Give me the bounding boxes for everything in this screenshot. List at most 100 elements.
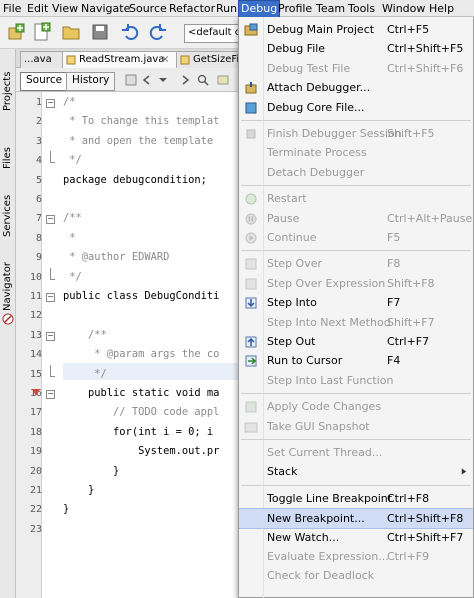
- fold-toggle-icon[interactable]: −: [46, 331, 55, 341]
- code-line[interactable]: */: [63, 268, 82, 287]
- fold-toggle-icon[interactable]: −: [46, 293, 55, 302]
- code-line[interactable]: *: [63, 229, 75, 248]
- source-tab[interactable]: Source: [20, 72, 69, 91]
- code-line[interactable]: package debugcondition;: [63, 171, 207, 190]
- menu-item-step-over[interactable]: Step Over F8: [239, 254, 473, 273]
- menu-item-stack[interactable]: Stack: [239, 462, 473, 481]
- menu-item-apply-code-changes[interactable]: Apply Code Changes: [239, 397, 473, 416]
- menu-view[interactable]: View: [50, 1, 80, 16]
- menu-item-label: New Breakpoint...: [267, 512, 365, 526]
- line-number: 5: [35, 174, 42, 186]
- java-file-icon: [66, 55, 76, 65]
- side-tab-label: Navigator: [2, 262, 13, 311]
- menu-item-step-out[interactable]: Step Out Ctrl+F7: [239, 332, 473, 351]
- menu-item-set-current-thread[interactable]: Set Current Thread...: [239, 443, 473, 462]
- menu-item-new-watch[interactable]: New Watch... Ctrl+Shift+F7: [239, 528, 473, 547]
- menu-run[interactable]: Run: [214, 1, 239, 16]
- menu-item-step-into[interactable]: Step Into F7: [239, 293, 473, 312]
- code-line[interactable]: * @param args the co: [63, 345, 219, 364]
- tab-file-1[interactable]: ...ava: [20, 51, 67, 69]
- menu-item-restart[interactable]: Restart: [239, 189, 473, 208]
- tab-readstream[interactable]: ReadStream.java ×: [62, 51, 179, 69]
- toggle-highlight-icon[interactable]: [216, 73, 230, 87]
- menu-item-terminate-process[interactable]: Terminate Process: [239, 143, 473, 162]
- menu-item-debug-core-file[interactable]: Debug Core File...: [239, 98, 473, 117]
- menu-item-check-for-deadlock[interactable]: Check for Deadlock: [239, 566, 473, 585]
- menu-navigate[interactable]: Navigate: [79, 1, 132, 16]
- menu-window[interactable]: Window: [380, 1, 427, 16]
- menu-profile[interactable]: Profile: [276, 1, 314, 16]
- open-project-icon[interactable]: [61, 22, 81, 42]
- menu-item-continue[interactable]: Continue F5: [239, 228, 473, 247]
- new-file-icon[interactable]: [31, 22, 51, 42]
- main-toolbar: <default co: [0, 17, 249, 49]
- tab-getsizefile[interactable]: GetSizeFile: [176, 51, 245, 69]
- menu-item-run-to-cursor[interactable]: Run to Cursor F4: [239, 351, 473, 370]
- menu-item-toggle-line-breakpoint[interactable]: Toggle Line Breakpoint Ctrl+F8: [239, 489, 473, 508]
- close-icon[interactable]: ×: [161, 52, 169, 68]
- code-line[interactable]: */: [63, 365, 107, 384]
- menu-item-evaluate-expression[interactable]: Evaluate Expression... Ctrl+F9: [239, 547, 473, 566]
- menu-item-step-over-expression[interactable]: Step Over Expression Shift+F8: [239, 274, 473, 293]
- side-tab-navigator[interactable]: Navigator: [1, 249, 15, 329]
- code-line[interactable]: public static void ma: [63, 384, 219, 403]
- menu-edit[interactable]: Edit: [25, 1, 50, 16]
- code-line[interactable]: for(int i = 0; i: [63, 423, 213, 442]
- debug-menu: Debug Main Project Ctrl+F5 Debug File Ctrl+…: [238, 17, 474, 598]
- save-all-icon[interactable]: [90, 22, 110, 42]
- code-line[interactable]: }: [63, 481, 94, 500]
- line-number: 8: [35, 232, 42, 244]
- code-line[interactable]: /*: [63, 93, 76, 112]
- menu-item-pause[interactable]: Pause Ctrl+Alt+Pause: [239, 209, 473, 228]
- line-number: 21: [29, 485, 42, 496]
- history-tab[interactable]: History: [66, 72, 116, 91]
- code-line[interactable]: }: [63, 462, 119, 481]
- menu-source[interactable]: Source: [127, 1, 169, 16]
- menu-item-debug-file[interactable]: Debug File Ctrl+Shift+F5: [239, 39, 473, 58]
- menu-item-step-into-next-method[interactable]: Step Into Next Method Shift+F7: [239, 313, 473, 332]
- menu-item-debug-main-project[interactable]: Debug Main Project Ctrl+F5: [239, 20, 473, 39]
- menu-item-finish-debugger-session[interactable]: Finish Debugger Session Shift+F5: [239, 124, 473, 143]
- side-tab-projects[interactable]: Projects: [1, 51, 15, 113]
- code-line[interactable]: /**: [63, 209, 82, 228]
- code-line[interactable]: public class DebugConditi: [63, 287, 219, 306]
- menu-item-label: Pause: [267, 211, 300, 225]
- menu-team[interactable]: Team: [314, 1, 347, 16]
- undo-icon[interactable]: [120, 22, 140, 42]
- code-line[interactable]: * @author EDWARD: [63, 248, 169, 267]
- menu-item-detach-debugger[interactable]: Detach Debugger: [239, 163, 473, 182]
- code-line[interactable]: /**: [63, 326, 107, 345]
- method-marker-icon[interactable]: [32, 389, 40, 396]
- menu-item-debug-test-file[interactable]: Debug Test File Ctrl+Shift+F6: [239, 59, 473, 78]
- fold-toggle-icon[interactable]: −: [46, 99, 55, 108]
- new-project-icon[interactable]: [6, 22, 26, 42]
- redo-icon[interactable]: [148, 22, 168, 42]
- side-tab-services[interactable]: Services: [1, 177, 15, 237]
- dropdown-arrow-icon[interactable]: [156, 73, 170, 87]
- menu-help[interactable]: Help: [427, 1, 456, 16]
- menu-file[interactable]: File: [1, 1, 23, 16]
- back-icon[interactable]: [140, 73, 154, 87]
- code-line[interactable]: */: [63, 151, 82, 170]
- menu-item-step-into-last-function[interactable]: Step Into Last Function: [239, 371, 473, 390]
- menu-item-label: Step Into: [267, 296, 317, 310]
- code-line[interactable]: }: [63, 500, 69, 519]
- fold-toggle-icon[interactable]: −: [46, 390, 55, 399]
- fold-toggle-icon[interactable]: −: [46, 215, 55, 225]
- navigator-icon: [2, 313, 14, 325]
- menu-item-attach-debugger[interactable]: Attach Debugger...: [239, 78, 473, 97]
- last-edit-icon[interactable]: [124, 73, 138, 87]
- code-line[interactable]: // TODO code appl: [63, 403, 219, 422]
- code-line[interactable]: * To change this templat: [63, 112, 219, 131]
- menu-item-shortcut: Shift+F5: [387, 127, 435, 140]
- code-line[interactable]: * and open the template: [63, 132, 213, 151]
- menu-refactor[interactable]: Refactor: [167, 1, 217, 16]
- line-number: 7: [35, 213, 42, 225]
- menu-item-take-gui-snapshot[interactable]: Take GUI Snapshot: [239, 417, 473, 436]
- menu-tools[interactable]: Tools: [346, 1, 377, 16]
- menu-item-new-breakpoint[interactable]: New Breakpoint... Ctrl+Shift+F8: [239, 508, 473, 530]
- find-icon[interactable]: [196, 73, 210, 87]
- forward-icon[interactable]: [178, 73, 192, 87]
- code-line[interactable]: System.out.pr: [63, 442, 219, 461]
- side-tab-files[interactable]: Files: [1, 129, 15, 169]
